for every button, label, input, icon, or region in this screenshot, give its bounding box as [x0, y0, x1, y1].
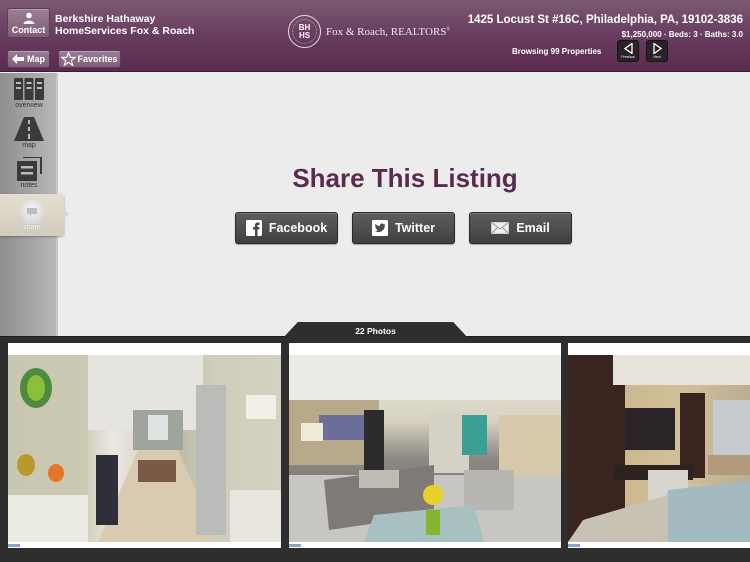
bhhs-seal-icon: BH HS [288, 15, 321, 48]
brokerage-line-1: Berkshire Hathaway [55, 13, 156, 25]
facebook-button[interactable]: Facebook [235, 212, 338, 244]
sidebar-item-overview[interactable]: overview [0, 77, 58, 117]
sidebar-label-map: map [22, 142, 36, 149]
photo-image [289, 355, 561, 542]
photo-tag [568, 544, 580, 547]
road-icon [14, 117, 44, 141]
next-label: Next [653, 55, 661, 59]
photo-thumbnail[interactable] [289, 343, 561, 548]
logo-name: Fox & Roach, REALTORS® [326, 25, 451, 38]
listing-address: 1425 Locust St #16C, Philadelphia, PA, 1… [467, 14, 743, 26]
previous-button[interactable]: Previous [617, 40, 639, 62]
facebook-icon [245, 220, 262, 236]
map-back-button[interactable]: Map [7, 50, 50, 68]
sidebar-item-map[interactable]: map [0, 117, 58, 157]
star-icon [61, 52, 77, 66]
photo-image [568, 355, 750, 542]
person-icon [23, 12, 34, 24]
photo-tag [289, 544, 301, 547]
contact-label: Contact [11, 24, 46, 35]
twitter-icon [371, 220, 388, 236]
brokerage-line-2: HomeServices Fox & Roach [55, 25, 195, 37]
photo-tag [8, 544, 20, 547]
header-bar: Contact Berkshire Hathaway HomeServices … [0, 0, 750, 72]
brokerage-name: Berkshire Hathaway HomeServices Fox & Ro… [55, 13, 194, 37]
sidebar-item-notes[interactable]: notes [0, 157, 58, 197]
favorites-button[interactable]: Favorites [58, 50, 121, 68]
browsing-count: Browsing 99 Properties [512, 47, 602, 56]
envelope-icon [491, 222, 510, 234]
photos-tab[interactable]: 22 Photos [283, 322, 468, 338]
facebook-label: Facebook [268, 221, 328, 235]
photo-thumbnail[interactable] [8, 343, 281, 548]
listing-summary: $1,250,000 · Beds: 3 · Baths: 3.0 [621, 30, 743, 39]
sidebar-label-share: share [23, 224, 41, 231]
app: Contact Berkshire Hathaway HomeServices … [0, 0, 750, 562]
sidebar-label-notes: notes [20, 182, 38, 189]
previous-label: Previous [621, 55, 635, 59]
photo-image [8, 355, 281, 542]
favorites-label: Favorites [77, 54, 118, 64]
twitter-label: Twitter [394, 221, 436, 235]
email-button[interactable]: Email [469, 212, 572, 244]
arrow-left-icon [12, 54, 24, 64]
page-title: Share This Listing [292, 163, 518, 193]
map-label: Map [27, 54, 45, 64]
triangle-left-icon [623, 43, 633, 54]
bhhs-logo: BH HS Fox & Roach, REALTORS® [288, 15, 450, 48]
photo-thumbnail[interactable] [568, 343, 750, 548]
share-icon [20, 200, 44, 224]
sidebar: overview map notes share [0, 73, 69, 338]
binders-icon [14, 78, 44, 100]
contact-button[interactable]: Contact [7, 8, 50, 38]
twitter-button[interactable]: Twitter [352, 212, 455, 244]
triangle-right-icon [652, 43, 662, 54]
sidebar-label-overview: overview [15, 102, 43, 109]
next-button[interactable]: Next [646, 40, 668, 62]
sidebar-item-share[interactable]: share [0, 194, 69, 236]
email-label: Email [516, 221, 550, 235]
notes-icon [17, 157, 42, 181]
